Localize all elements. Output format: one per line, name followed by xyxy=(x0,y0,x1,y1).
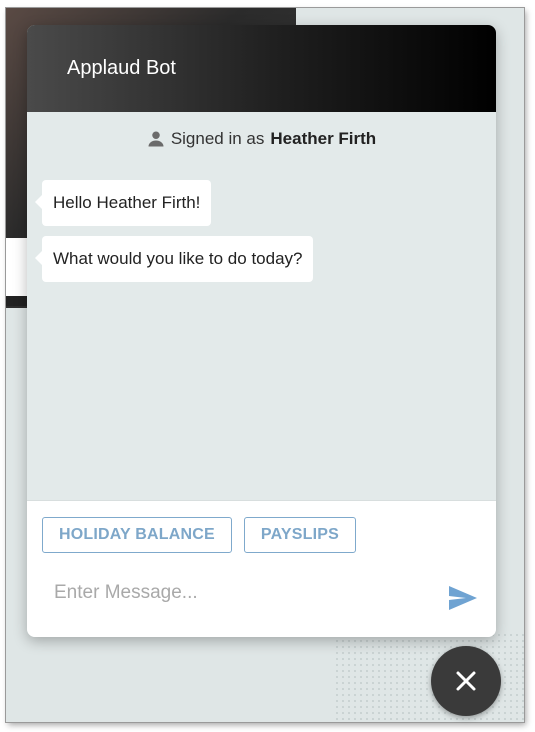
signed-in-status: Signed in as Heather Firth xyxy=(27,129,496,149)
close-chat-button[interactable] xyxy=(431,646,501,716)
composer: HOLIDAY BALANCE PAYSLIPS xyxy=(27,500,496,637)
send-icon[interactable] xyxy=(448,585,478,611)
quick-replies: HOLIDAY BALANCE PAYSLIPS xyxy=(42,517,356,553)
bot-message: Hello Heather Firth! xyxy=(34,180,212,226)
signed-in-user-name: Heather Firth xyxy=(270,129,377,148)
quick-reply-holiday-balance[interactable]: HOLIDAY BALANCE xyxy=(42,517,232,553)
chat-header: Applaud Bot xyxy=(27,25,496,112)
close-icon xyxy=(456,671,476,691)
quick-reply-payslips[interactable]: PAYSLIPS xyxy=(243,517,356,553)
user-icon xyxy=(148,131,164,147)
chat-title: Applaud Bot xyxy=(67,57,176,79)
bot-message: What would you like to do today? xyxy=(34,236,314,282)
signed-in-label: Signed in as xyxy=(170,129,265,148)
chat-window: Applaud Bot Signed in as Heather Firth H… xyxy=(27,25,496,637)
message-list: Hello Heather Firth! What would you like… xyxy=(34,180,314,292)
message-input[interactable] xyxy=(52,581,436,605)
